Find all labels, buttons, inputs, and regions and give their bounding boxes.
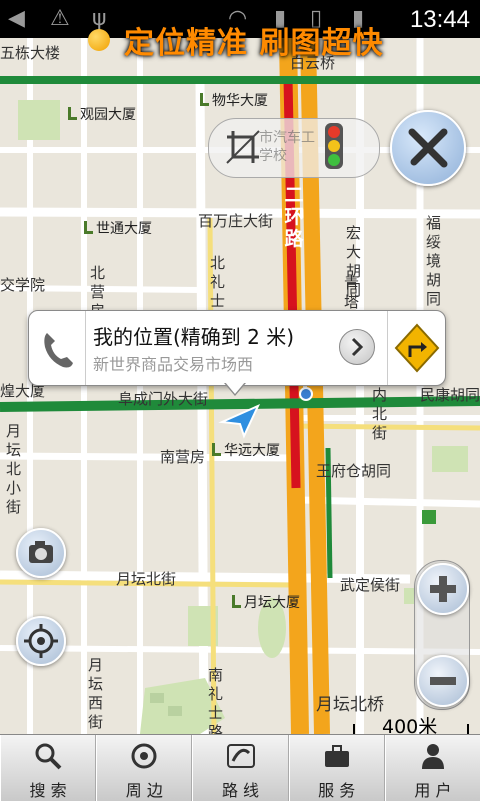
street-label-vertical: 青塔: [344, 274, 360, 311]
street-label-vertical: 月坛北小街: [6, 422, 22, 516]
tab-search[interactable]: 搜 索: [0, 735, 97, 801]
camera-icon: [29, 541, 53, 563]
zoom-control: [414, 560, 470, 710]
status-clock: 13:44: [409, 6, 470, 33]
tab-label: 路 线: [221, 781, 260, 800]
building-icon: [200, 93, 209, 106]
tab-route[interactable]: 路 线: [192, 735, 289, 801]
banner-text: 定位精准 刷图超快: [124, 26, 384, 61]
tab-nearby[interactable]: 周 边: [96, 735, 193, 801]
back-arrow-icon: ◀: [8, 6, 25, 31]
traffic-light-icon: [325, 123, 343, 169]
zoom-in-button[interactable]: [417, 563, 469, 615]
tools-button[interactable]: [390, 110, 466, 186]
tab-label: 搜 索: [29, 781, 67, 800]
camera-button[interactable]: [16, 528, 66, 578]
location-info-popup[interactable]: 我的位置(精确到 2 米) 新世界商品交易市场西: [28, 310, 446, 386]
poi-label[interactable]: 世通大厦: [84, 218, 152, 238]
current-location-arrow: [218, 404, 261, 439]
street-label: 交学院: [0, 276, 46, 294]
street-label-vertical: 月坛西街: [88, 656, 104, 731]
tab-label: 服 务: [318, 781, 356, 800]
building-icon: [212, 443, 221, 456]
search-icon: [35, 743, 62, 770]
traffic-faded-text: 市汽车工学校: [259, 130, 315, 164]
street-label: 王府仓胡同: [316, 462, 392, 480]
poi-label[interactable]: 观园大厦: [68, 104, 136, 124]
scale-bar: 400米: [352, 706, 470, 734]
briefcase-icon: [324, 745, 349, 767]
street-label: 五栋大楼: [0, 44, 61, 62]
minus-icon: [430, 677, 456, 685]
building-icon: [68, 107, 77, 120]
top-controls: 市汽车工学校: [208, 108, 466, 196]
street-label-vertical: 南礼士路: [208, 666, 224, 734]
tab-user[interactable]: 用 户: [384, 735, 480, 801]
route-here-button[interactable]: [387, 311, 446, 385]
info-subtitle: 新世界商品交易市场西: [93, 355, 254, 374]
turn-right-sign-icon: [394, 323, 440, 373]
bottom-tab-bar: 搜 索 周 边 路 线 服 务 用 户: [0, 734, 480, 801]
chevron-right-icon: [351, 337, 364, 357]
street-label: 百万庄大街: [198, 212, 274, 230]
promo-banner: 定位精准 刷图超快: [88, 22, 383, 61]
tab-label: 周 边: [125, 781, 163, 800]
street-label: 月坛北街: [116, 570, 177, 588]
user-icon: [421, 744, 444, 769]
street-label-vertical: 福绥境胡同: [426, 214, 442, 308]
tab-label: 用 户: [414, 781, 452, 800]
locate-button[interactable]: [16, 616, 66, 666]
traffic-toggle-button[interactable]: 市汽车工学校: [208, 118, 380, 178]
info-title: 我的位置(精确到 2 米): [93, 325, 295, 349]
popup-tail-inner: [225, 382, 245, 394]
street-label: 阜成门外大街: [118, 390, 209, 408]
street-label: 民康胡同: [420, 386, 480, 404]
street-label-vertical: 内北街: [372, 386, 388, 442]
scale-label: 400米: [382, 716, 438, 734]
phone-icon: [44, 333, 73, 368]
route-icon: [226, 744, 255, 768]
crop-icon: [226, 130, 260, 164]
wrench-screwdriver-icon: [408, 128, 448, 168]
nearby-icon: [131, 743, 157, 769]
call-button[interactable]: [29, 311, 86, 385]
orange-dot-icon: [88, 29, 110, 51]
building-icon: [232, 595, 241, 608]
plus-icon: [430, 576, 456, 602]
street-label: 武定侯街: [340, 576, 401, 594]
poi-label[interactable]: 物华大厦: [200, 90, 268, 110]
tab-service[interactable]: 服 务: [288, 735, 385, 801]
poi-label[interactable]: 月坛大厦: [232, 592, 300, 612]
poi-label[interactable]: 华远大厦: [212, 440, 280, 460]
building-icon: [84, 221, 93, 234]
warning-icon: ⚠: [50, 6, 70, 31]
zoom-out-button[interactable]: [417, 655, 469, 707]
details-button[interactable]: [339, 329, 375, 365]
crosshair-icon: [24, 624, 58, 658]
street-label: 南营房: [160, 448, 206, 466]
